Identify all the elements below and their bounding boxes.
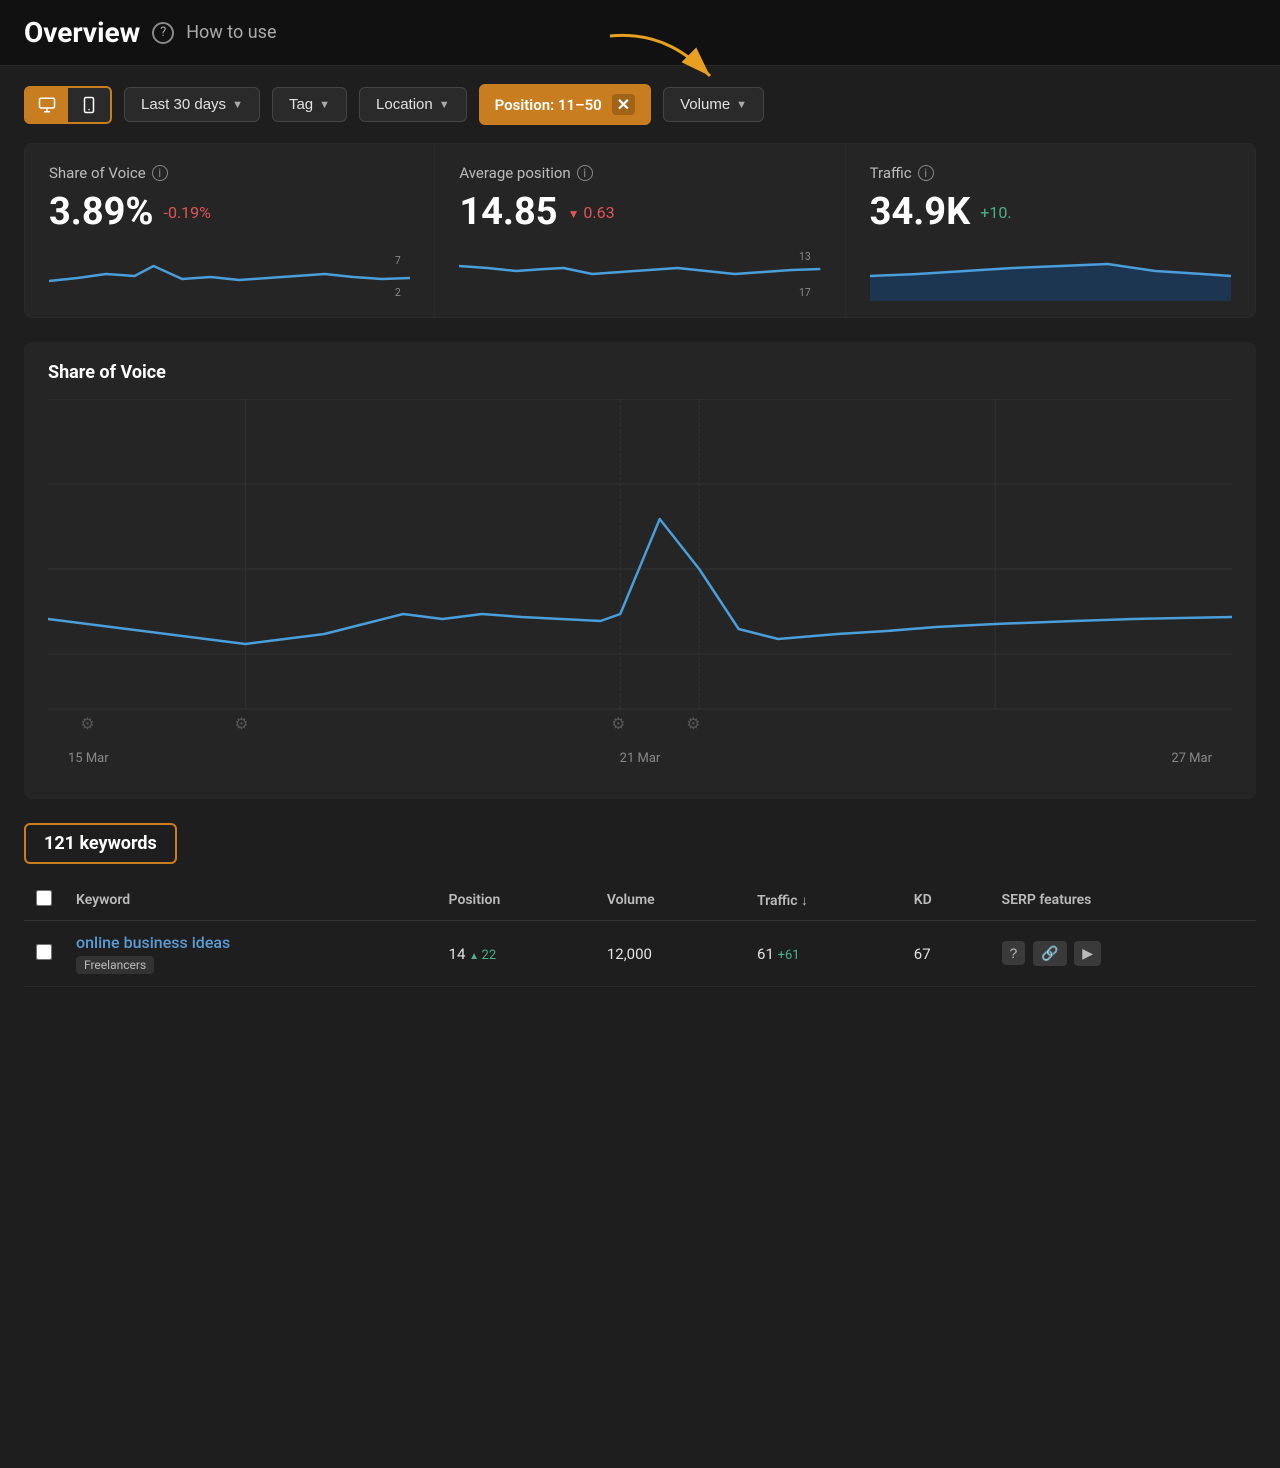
col-header-traffic[interactable]: Traffic ↓ <box>745 880 902 921</box>
volume-cell: 12,000 <box>595 921 745 987</box>
chevron-down-icon: ▼ <box>439 99 450 111</box>
position-cell: 14 22 <box>437 921 595 987</box>
how-to-use-link[interactable]: How to use <box>186 22 276 43</box>
metric-value-sov: 3.89% -0.19% <box>49 190 410 234</box>
chevron-down-icon: ▼ <box>232 99 243 111</box>
header: Overview ? How to use <box>0 0 1280 66</box>
col-header-keyword: Keyword <box>64 880 437 921</box>
help-icon[interactable]: ? <box>152 22 174 44</box>
col-header-serp: SERP features <box>990 880 1256 921</box>
serp-play-btn[interactable]: ▶ <box>1074 941 1101 966</box>
toolbar: Last 30 days ▼ Tag ▼ Location ▼ Position… <box>0 66 1280 143</box>
traffic-change: +61 <box>778 948 800 963</box>
chevron-down-icon: ▼ <box>319 99 330 111</box>
svg-text:2: 2 <box>395 286 401 299</box>
metric-change-traffic: +10. <box>980 203 1011 222</box>
keyword-cell: online business ideas Freelancers <box>64 921 437 987</box>
keywords-table: Keyword Position Volume Traffic ↓ KD SER… <box>24 880 1256 987</box>
position-filter: Position: 11–50 ✕ <box>479 84 651 125</box>
sparkline-avgpos: 13 17 <box>459 246 820 301</box>
col-header-position[interactable]: Position <box>437 880 595 921</box>
svg-text:13: 13 <box>799 250 811 263</box>
keywords-section: 121 keywords Keyword Position Volume Tra… <box>24 823 1256 987</box>
svg-text:⚙: ⚙ <box>234 714 248 733</box>
sov-main-chart: ⚙ ⚙ ⚙ ⚙ 15 Mar 21 Mar 27 Mar <box>48 399 1232 779</box>
date-range-btn[interactable]: Last 30 days ▼ <box>124 87 260 122</box>
metric-card-traffic: Traffic i 34.9K +10. <box>846 144 1255 317</box>
info-icon[interactable]: i <box>152 165 168 181</box>
metric-value-avgpos: 14.85 ▼ 0.63 <box>459 190 820 234</box>
keywords-count-badge: 121 keywords <box>24 823 177 864</box>
position-filter-close[interactable]: ✕ <box>612 94 635 115</box>
metric-change-avgpos: ▼ 0.63 <box>568 203 615 222</box>
device-toggle <box>24 86 112 124</box>
metric-label-sov: Share of Voice i <box>49 164 410 182</box>
page-title: Overview <box>24 16 140 49</box>
tag-btn[interactable]: Tag ▼ <box>272 87 347 122</box>
location-btn[interactable]: Location ▼ <box>359 87 467 122</box>
serp-link-btn[interactable]: 🔗 <box>1033 941 1066 966</box>
row-checkbox[interactable] <box>36 944 52 960</box>
metric-label-avgpos: Average position i <box>459 164 820 182</box>
keyword-tag: Freelancers <box>76 956 154 974</box>
svg-text:⚙: ⚙ <box>80 714 94 733</box>
desktop-icon <box>38 96 56 114</box>
info-icon-traffic[interactable]: i <box>918 165 934 181</box>
col-header-kd[interactable]: KD <box>902 880 990 921</box>
table-row: online business ideas Freelancers 14 22 … <box>24 921 1256 987</box>
chevron-down-icon: ▼ <box>736 99 747 111</box>
x-label-21mar: 21 Mar <box>620 751 661 766</box>
position-change: 22 <box>469 948 496 963</box>
select-all-checkbox[interactable] <box>36 890 52 906</box>
metric-card-sov: Share of Voice i 3.89% -0.19% 7 2 <box>25 144 435 317</box>
sparkline-traffic <box>870 246 1231 301</box>
traffic-cell: 61 +61 <box>745 921 902 987</box>
x-label-15mar: 15 Mar <box>68 751 109 766</box>
metric-value-traffic: 34.9K +10. <box>870 190 1231 234</box>
mobile-icon <box>80 96 98 114</box>
volume-btn[interactable]: Volume ▼ <box>663 87 764 122</box>
serp-question-btn[interactable]: ? <box>1002 941 1026 965</box>
svg-text:17: 17 <box>799 286 811 299</box>
svg-text:⚙: ⚙ <box>611 714 625 733</box>
metric-label-traffic: Traffic i <box>870 164 1231 182</box>
col-header-volume[interactable]: Volume <box>595 880 745 921</box>
sov-chart-section: Share of Voice ⚙ ⚙ ⚙ ⚙ 15 Mar 21 Mar 2 <box>24 342 1256 799</box>
desktop-device-btn[interactable] <box>26 88 68 122</box>
metric-card-avgpos: Average position i 14.85 ▼ 0.63 13 17 <box>435 144 845 317</box>
serp-features-cell: ? 🔗 ▶ <box>990 921 1256 987</box>
x-label-27mar: 27 Mar <box>1171 751 1212 766</box>
metric-change-sov: -0.19% <box>164 203 211 222</box>
mobile-device-btn[interactable] <box>68 88 110 122</box>
chart-x-labels: 15 Mar 21 Mar 27 Mar <box>48 751 1232 766</box>
info-icon-avgpos[interactable]: i <box>577 165 593 181</box>
sparkline-sov: 7 2 <box>49 246 410 301</box>
svg-text:⚙: ⚙ <box>686 714 700 733</box>
svg-text:7: 7 <box>395 254 401 267</box>
metrics-row: Share of Voice i 3.89% -0.19% 7 2 Averag… <box>24 143 1256 318</box>
kd-cell: 67 <box>902 921 990 987</box>
sov-chart-title: Share of Voice <box>48 362 1232 383</box>
keyword-link[interactable]: online business ideas <box>76 933 230 952</box>
